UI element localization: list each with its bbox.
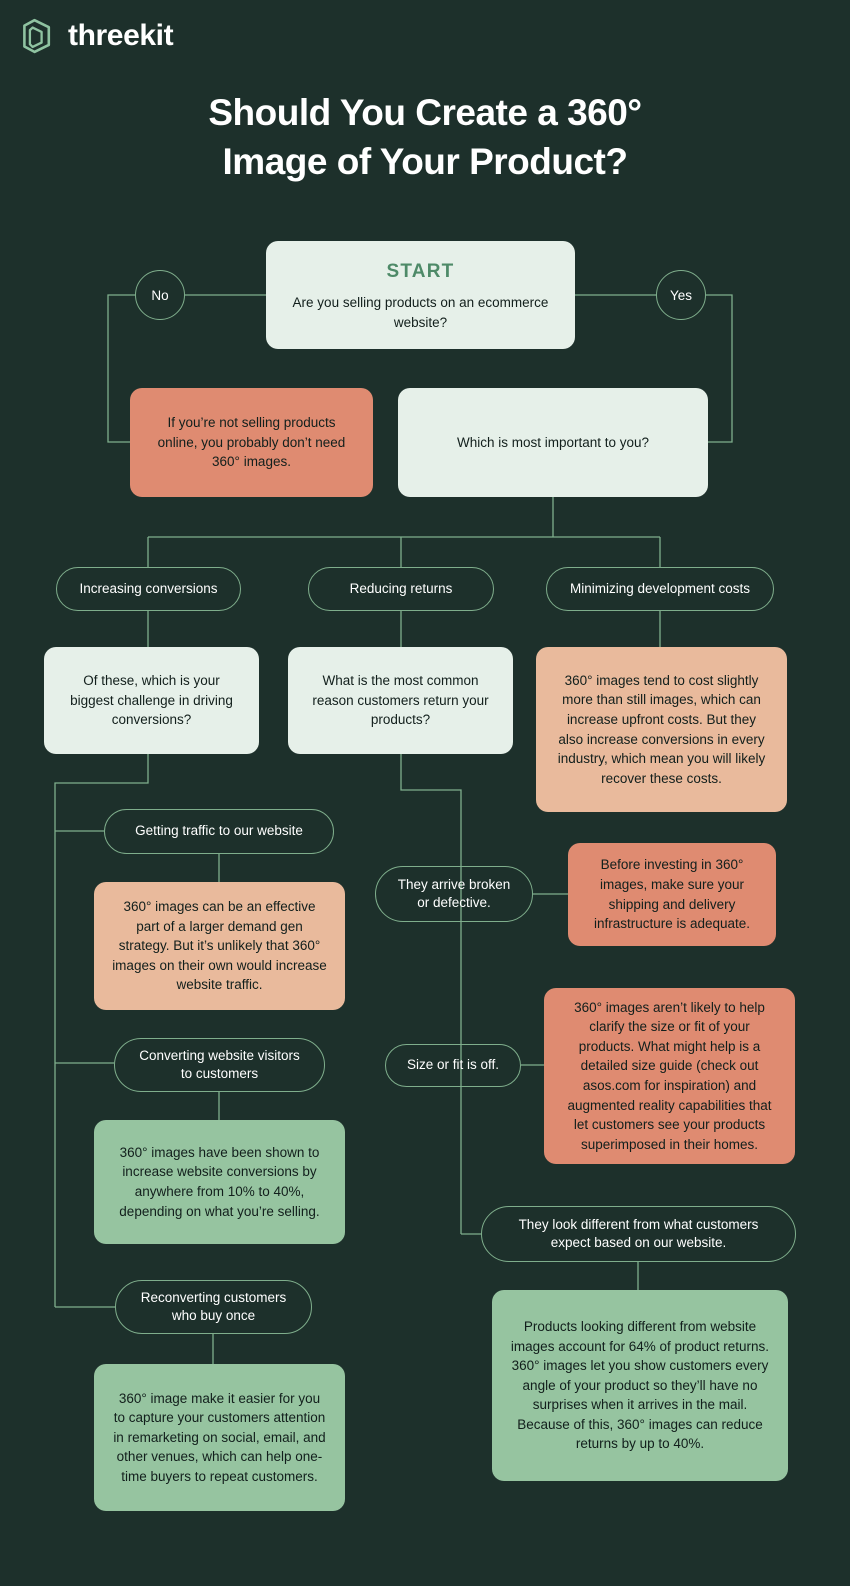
infographic-page: threekit Should You Create a 360° Image … (0, 0, 850, 1586)
return-answer-text: Products looking different from website … (510, 1319, 770, 1452)
conversions-question-text: Of these, which is your biggest challeng… (70, 673, 233, 728)
dev-costs-answer-text: 360° images tend to cost slightly more t… (557, 672, 766, 786)
branch-yes-label: Yes (669, 287, 693, 303)
conversion-answer-getting-traffic: 360° images can be an effective part of … (94, 882, 345, 1010)
start-node: START Are you selling products on an eco… (266, 241, 575, 349)
return-answer-arrive-broken: Before investing in 360° images, make su… (568, 843, 776, 946)
conversion-option-reconverting-customers[interactable]: Reconverting customers who buy once (115, 1280, 312, 1334)
start-question: Are you selling products on an ecommerce… (292, 295, 549, 330)
return-answer-look-different: Products looking different from website … (492, 1290, 788, 1481)
return-answer-text: Before investing in 360° images, make su… (593, 857, 751, 932)
conversion-answer-reconverting-customers: 360° image make it easier for you to cap… (94, 1364, 345, 1511)
conversion-answer-text: 360° image make it easier for you to cap… (113, 1390, 326, 1484)
priority-option-minimizing-development-costs[interactable]: Minimizing development costs (546, 567, 774, 611)
return-answer-size-or-fit: 360° images aren’t likely to help clarif… (544, 988, 795, 1164)
conversion-option-converting-visitors[interactable]: Converting website visitors to customers (114, 1038, 325, 1092)
conversion-option-getting-traffic[interactable]: Getting traffic to our website (104, 809, 334, 854)
priority-option-reducing-returns[interactable]: Reducing returns (308, 567, 494, 611)
start-label: START (386, 260, 455, 282)
conversion-option-label: Converting website visitors to customers (139, 1047, 300, 1081)
branch-no-label: No (151, 287, 169, 303)
return-option-label: They arrive broken or defective. (397, 876, 511, 910)
conversion-option-label: Reconverting customers who buy once (140, 1289, 287, 1323)
priority-option-label: Reducing returns (349, 580, 453, 596)
priority-question-card: Which is most important to you? (398, 388, 708, 497)
priority-option-increasing-conversions[interactable]: Increasing conversions (56, 567, 241, 611)
returns-question-card: What is the most common reason customers… (288, 647, 513, 754)
no-outcome-text: If you’re not selling products online, y… (157, 415, 346, 470)
return-option-arrive-broken[interactable]: They arrive broken or defective. (375, 866, 533, 922)
branch-no-circle[interactable]: No (135, 270, 185, 320)
return-option-label: They look different from what customers … (518, 1216, 759, 1250)
branch-yes-circle[interactable]: Yes (656, 270, 706, 320)
no-outcome-card: If you’re not selling products online, y… (130, 388, 373, 497)
return-option-label: Size or fit is off. (406, 1057, 500, 1073)
conversion-answer-converting-visitors: 360° images have been shown to increase … (94, 1120, 345, 1244)
priority-option-label: Minimizing development costs (569, 580, 751, 596)
return-answer-text: 360° images aren’t likely to help clarif… (567, 999, 772, 1152)
return-option-size-or-fit[interactable]: Size or fit is off. (385, 1044, 521, 1087)
conversions-question-card: Of these, which is your biggest challeng… (44, 647, 259, 754)
conversion-answer-text: 360° images can be an effective part of … (112, 899, 327, 993)
returns-question-text: What is the most common reason customers… (312, 673, 489, 728)
priority-option-label: Increasing conversions (79, 580, 218, 596)
dev-costs-answer-card: 360° images tend to cost slightly more t… (536, 647, 787, 812)
conversion-answer-text: 360° images have been shown to increase … (119, 1144, 320, 1219)
return-option-look-different[interactable]: They look different from what customers … (481, 1206, 796, 1262)
conversion-option-label: Getting traffic to our website (135, 823, 303, 839)
priority-question-text: Which is most important to you? (456, 434, 650, 450)
